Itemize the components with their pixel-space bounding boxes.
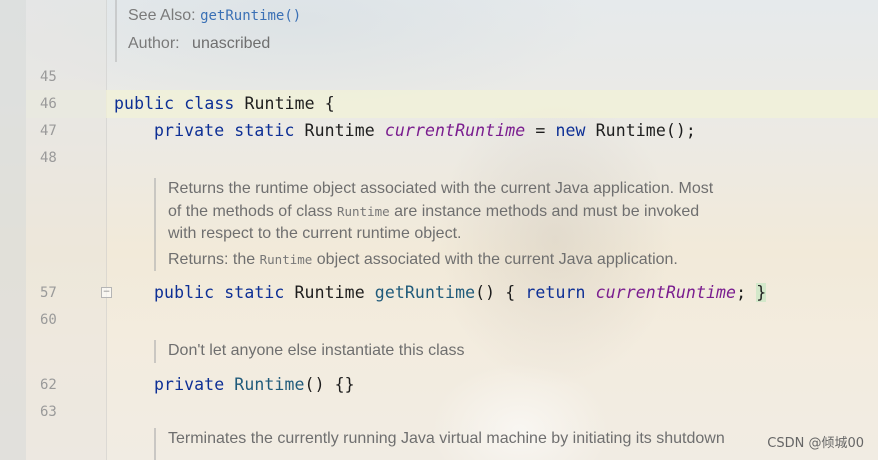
- javadoc-see-also: See Also: getRuntime(): [128, 7, 301, 25]
- operator: =: [535, 121, 546, 140]
- doc-code: Runtime: [259, 251, 313, 267]
- code-line-46[interactable]: public class Runtime {: [114, 94, 335, 113]
- open-brace: {: [505, 283, 516, 302]
- line-number: 47: [40, 123, 57, 139]
- doc-line: of the methods of class Runtime are inst…: [168, 201, 713, 224]
- line-number: 63: [40, 404, 57, 420]
- keyword: public: [114, 94, 175, 113]
- type-name: Runtime: [294, 283, 365, 302]
- keyword: private: [154, 375, 225, 394]
- keyword: static: [234, 121, 295, 140]
- doc-text: of the methods of class: [168, 202, 333, 220]
- keyword: private: [154, 121, 225, 140]
- field-name: currentRuntime: [384, 121, 526, 140]
- semicolon: ;: [736, 283, 747, 302]
- code-line-47[interactable]: private static Runtime currentRuntime = …: [154, 121, 696, 140]
- line-number: 60: [40, 312, 57, 328]
- javadoc-exit: Terminates the currently running Java vi…: [154, 428, 725, 460]
- see-also-label: See Also:: [128, 7, 196, 24]
- line-number: 48: [40, 150, 57, 166]
- keyword: public: [154, 283, 215, 302]
- open-brace: {: [324, 94, 335, 113]
- type-name: Runtime: [304, 121, 375, 140]
- constructor-body: () {}: [304, 375, 355, 394]
- code-line-57[interactable]: public static Runtime getRuntime() { ret…: [154, 283, 767, 302]
- keyword: static: [224, 283, 285, 302]
- field-name: currentRuntime: [595, 283, 737, 302]
- see-also-link[interactable]: getRuntime(): [200, 8, 301, 24]
- line-number: 45: [40, 69, 57, 85]
- keyword: return: [525, 283, 586, 302]
- method-name: getRuntime: [374, 283, 476, 302]
- javadoc-author: Author: unascribed: [128, 35, 270, 53]
- doc-line: Terminates the currently running Java vi…: [168, 430, 725, 447]
- doc-line: with respect to the current runtime obje…: [168, 225, 462, 242]
- doc-text: the: [232, 250, 256, 268]
- code-line-62[interactable]: private Runtime() {}: [154, 375, 355, 394]
- javadoc-getruntime: Returns the runtime object associated wi…: [154, 178, 713, 271]
- close-brace: }: [756, 283, 767, 302]
- keyword: class: [184, 94, 235, 113]
- returns-label: Returns:: [168, 250, 229, 268]
- line-number: 62: [40, 377, 57, 393]
- fold-icon[interactable]: −: [101, 287, 112, 298]
- doc-returns: Returns: the Runtime object associated w…: [168, 249, 713, 272]
- author-value: unascribed: [192, 35, 271, 52]
- author-label: Author:: [128, 35, 180, 52]
- constructor-call: Runtime();: [595, 121, 696, 140]
- class-name: Runtime: [244, 94, 315, 113]
- left-tool-strip: [0, 0, 26, 460]
- javadoc-border: [115, 0, 117, 62]
- doc-text: object associated with the current Java …: [316, 250, 678, 268]
- doc-line: Don't let anyone else instantiate this c…: [168, 342, 465, 359]
- javadoc-constructor: Don't let anyone else instantiate this c…: [154, 340, 465, 363]
- line-number: 46: [40, 96, 57, 112]
- line-number: 57: [40, 285, 57, 301]
- constructor-name: Runtime: [234, 375, 305, 394]
- parens: (): [475, 283, 496, 302]
- watermark: CSDN @倾城00: [767, 436, 864, 451]
- doc-code: Runtime: [336, 203, 390, 219]
- doc-line: Returns the runtime object associated wi…: [168, 180, 714, 197]
- keyword: new: [555, 121, 586, 140]
- doc-text: are instance methods and must be invoked: [394, 202, 700, 220]
